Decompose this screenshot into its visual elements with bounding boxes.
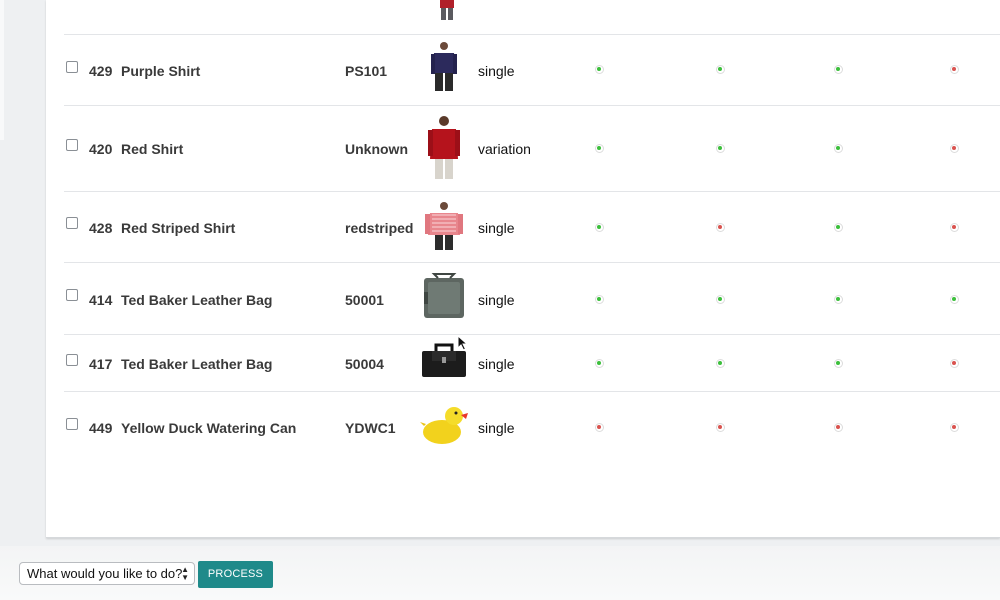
product-type: single (478, 63, 515, 79)
product-sku: redstriped (345, 220, 414, 236)
status-indicator (716, 423, 725, 432)
row-checkbox[interactable] (66, 354, 78, 366)
previous-row-thumbnail (430, 0, 464, 20)
product-id: 429 (89, 63, 113, 79)
bulk-action-bar: What would you like to do? ▲ ▼ PROCESS (0, 546, 1000, 600)
status-indicator (950, 359, 959, 368)
page: 429 Purple Shirt PS101 single 420 Red Sh… (0, 0, 1000, 600)
product-name[interactable]: Yellow Duck Watering Can (121, 420, 296, 436)
product-type: single (478, 420, 515, 436)
process-button[interactable]: PROCESS (198, 561, 273, 588)
status-indicator (950, 423, 959, 432)
row-checkbox[interactable] (66, 289, 78, 301)
product-list-panel: 429 Purple Shirt PS101 single 420 Red Sh… (46, 0, 1000, 538)
product-type: single (478, 356, 515, 372)
status-indicator (716, 65, 725, 74)
status-indicator (834, 359, 843, 368)
status-indicator (950, 65, 959, 74)
product-sku: PS101 (345, 63, 388, 79)
table-row[interactable]: 417 Ted Baker Leather Bag 50004 single (64, 335, 1000, 392)
row-checkbox[interactable] (66, 61, 78, 73)
status-indicator (950, 223, 959, 232)
product-name[interactable]: Ted Baker Leather Bag (121, 292, 272, 308)
status-indicator (950, 144, 959, 153)
status-indicator (716, 223, 725, 232)
product-type: single (478, 292, 515, 308)
table-row[interactable]: 429 Purple Shirt PS101 single (64, 35, 1000, 106)
status-indicator (834, 295, 843, 304)
row-checkbox[interactable] (66, 217, 78, 229)
product-thumbnail (420, 402, 468, 446)
product-name[interactable]: Ted Baker Leather Bag (121, 356, 272, 372)
product-name[interactable]: Red Striped Shirt (121, 220, 235, 236)
status-indicator (595, 144, 604, 153)
product-thumbnail (420, 200, 468, 252)
table-row[interactable]: 420 Red Shirt Unknown variation (64, 106, 1000, 192)
status-indicator (595, 295, 604, 304)
product-sku: 50001 (345, 292, 384, 308)
product-sku: Unknown (345, 141, 408, 157)
product-thumbnail (420, 114, 468, 182)
status-indicator (834, 65, 843, 74)
status-indicator (595, 65, 604, 74)
status-indicator (716, 144, 725, 153)
row-checkbox[interactable] (66, 418, 78, 430)
status-indicator (716, 295, 725, 304)
bulk-action-select-value: What would you like to do? (27, 566, 183, 581)
status-indicator (595, 359, 604, 368)
status-indicator (716, 359, 725, 368)
product-id: 420 (89, 141, 113, 157)
status-indicator (834, 144, 843, 153)
product-type: variation (478, 141, 531, 157)
product-thumbnail (420, 41, 468, 93)
status-indicator (950, 295, 959, 304)
select-arrows-icon: ▲ ▼ (181, 565, 189, 582)
product-name[interactable]: Red Shirt (121, 141, 183, 157)
status-indicator (834, 223, 843, 232)
product-type: single (478, 220, 515, 236)
row-checkbox[interactable] (66, 139, 78, 151)
product-id: 414 (89, 292, 113, 308)
product-sku: YDWC1 (345, 420, 396, 436)
status-indicator (595, 223, 604, 232)
product-name[interactable]: Purple Shirt (121, 63, 200, 79)
product-id: 428 (89, 220, 113, 236)
product-sku: 50004 (345, 356, 384, 372)
status-indicator (834, 423, 843, 432)
bulk-action-select[interactable]: What would you like to do? ▲ ▼ (19, 562, 195, 585)
status-indicator (595, 423, 604, 432)
product-id: 449 (89, 420, 113, 436)
left-gutter (0, 0, 46, 545)
product-id: 417 (89, 356, 113, 372)
table-row[interactable]: 428 Red Striped Shirt redstriped single (64, 192, 1000, 263)
product-thumbnail (420, 271, 468, 323)
mouse-cursor-icon (457, 335, 469, 351)
table-row[interactable]: 414 Ted Baker Leather Bag 50001 single (64, 263, 1000, 335)
table-row[interactable]: 449 Yellow Duck Watering Can YDWC1 singl… (64, 392, 1000, 462)
